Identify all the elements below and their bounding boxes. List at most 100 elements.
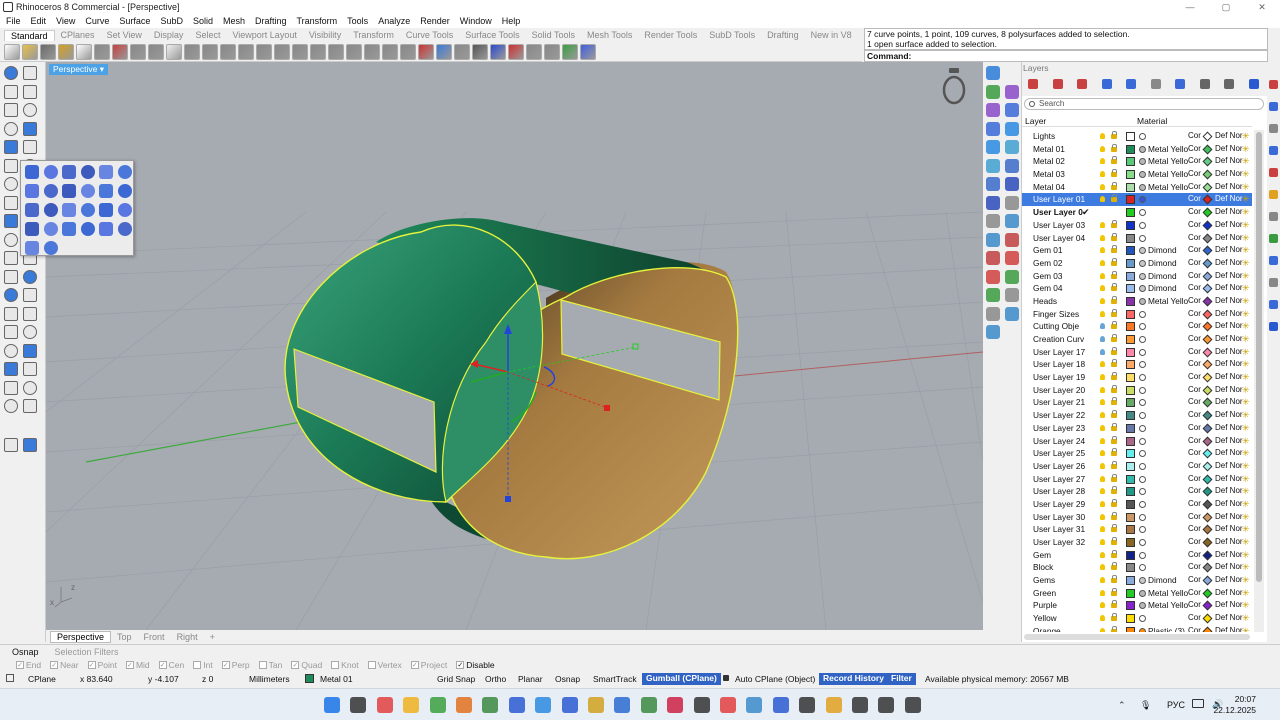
- visibility-bulb-icon[interactable]: [1100, 310, 1105, 317]
- checkbox[interactable]: ✓: [221, 661, 230, 669]
- viewport-title-tab[interactable]: Perspective ▾: [49, 64, 109, 75]
- shaded-icon[interactable]: [454, 43, 470, 60]
- visibility-bulb-icon[interactable]: [1100, 145, 1105, 152]
- menu-curve[interactable]: Curve: [85, 16, 109, 26]
- solid-tool-icon[interactable]: [117, 184, 132, 198]
- visibility-bulb-icon[interactable]: [1100, 247, 1105, 254]
- layer-material[interactable]: Metal Yello: [1148, 587, 1188, 600]
- lock-icon[interactable]: [1111, 372, 1117, 381]
- viewport-tab-add[interactable]: +: [204, 632, 221, 642]
- render-star-icon[interactable]: ✳: [1242, 447, 1250, 460]
- tool-icon[interactable]: [4, 103, 18, 117]
- yandex-icon[interactable]: [693, 697, 710, 713]
- zoom-icon[interactable]: [202, 43, 218, 60]
- layer-color-swatch[interactable]: [1126, 614, 1135, 624]
- layer-linetype[interactable]: Def Nor: [1215, 193, 1243, 206]
- layer-print-color[interactable]: Cor: [1188, 320, 1201, 333]
- layer-linetype[interactable]: Def Nor: [1215, 447, 1243, 460]
- layer-row[interactable]: User Layer 18 Cor Def Nor ✳: [1022, 358, 1252, 371]
- layer-row[interactable]: User Layer 31 Cor Def Nor ✳: [1022, 523, 1252, 536]
- material-ball-icon[interactable]: [1139, 602, 1146, 610]
- linetype-diamond-icon[interactable]: [1202, 512, 1213, 523]
- viewport-tab-perspective[interactable]: Perspective: [50, 631, 112, 643]
- visibility-bulb-icon[interactable]: [1100, 500, 1105, 507]
- new-file-icon[interactable]: [4, 43, 20, 60]
- lock-icon[interactable]: [1111, 410, 1117, 419]
- chrome-icon[interactable]: [376, 697, 393, 713]
- render-star-icon[interactable]: ✳: [1242, 574, 1250, 587]
- layer-linetype[interactable]: Def Nor: [1215, 396, 1243, 409]
- layer-print-color[interactable]: Cor: [1188, 333, 1201, 346]
- lock-icon[interactable]: [1111, 156, 1117, 165]
- layer-search-input[interactable]: Search: [1024, 98, 1264, 110]
- filter-icon[interactable]: [1175, 79, 1185, 89]
- save-icon[interactable]: [40, 43, 56, 60]
- layer-print-color[interactable]: Cor: [1188, 435, 1201, 448]
- zoom-all-icon[interactable]: [274, 43, 290, 60]
- layer-print-color[interactable]: Cor: [1188, 282, 1201, 295]
- menu-file[interactable]: File: [6, 16, 21, 26]
- layer-name[interactable]: Orange: [1033, 625, 1099, 632]
- layer-print-color[interactable]: Cor: [1188, 155, 1201, 168]
- material-ball-icon[interactable]: [1139, 323, 1146, 331]
- lock-icon[interactable]: [1111, 321, 1117, 330]
- render-star-icon[interactable]: ✳: [1242, 498, 1250, 511]
- rendered-icon[interactable]: [472, 43, 488, 60]
- layer-row[interactable]: User Layer 17 Cor Def Nor ✳: [1022, 346, 1252, 359]
- lock-icon[interactable]: [1111, 397, 1117, 406]
- visibility-bulb-icon[interactable]: [1100, 450, 1105, 457]
- checkbox[interactable]: ✓: [410, 661, 419, 669]
- material-ball-icon[interactable]: [1139, 526, 1146, 534]
- panel-tool-icon[interactable]: [986, 177, 1000, 191]
- osnap-toggle[interactable]: Osnap: [555, 674, 580, 684]
- toolbar-tab-subd-tools[interactable]: SubD Tools: [703, 30, 761, 40]
- layer-linetype[interactable]: Def Nor: [1215, 143, 1243, 156]
- viewport-tab-top[interactable]: Top: [111, 632, 138, 642]
- layer-name[interactable]: User Layer 18: [1033, 358, 1099, 371]
- osnap-near[interactable]: ✓ Near: [50, 660, 79, 670]
- solid-tool-icon[interactable]: [80, 222, 95, 236]
- layer-color-swatch[interactable]: [1126, 411, 1135, 421]
- toolbar-tab-mesh-tools[interactable]: Mesh Tools: [581, 30, 638, 40]
- layer-row[interactable]: User Layer 19 Cor Def Nor ✳: [1022, 371, 1252, 384]
- layers-hscroll[interactable]: [1024, 634, 1250, 640]
- lock-icon[interactable]: [1111, 143, 1117, 152]
- render-star-icon[interactable]: ✳: [1242, 155, 1250, 168]
- tool-icon[interactable]: [4, 121, 18, 136]
- record-history-toggle[interactable]: Record History: [819, 673, 888, 685]
- osnap-int[interactable]: Int: [193, 660, 213, 670]
- material-ball-icon[interactable]: [1139, 158, 1146, 166]
- render-star-icon[interactable]: ✳: [1242, 523, 1250, 536]
- layer-color-swatch[interactable]: [1126, 157, 1135, 167]
- toolbar-tab-viewport-layout[interactable]: Viewport Layout: [226, 30, 302, 40]
- show-icon[interactable]: [364, 43, 380, 60]
- telegram-icon[interactable]: [746, 697, 763, 713]
- layer-print-color[interactable]: Cor: [1188, 612, 1201, 625]
- layer-print-color[interactable]: Cor: [1188, 549, 1201, 562]
- layer-linetype[interactable]: Def Nor: [1215, 320, 1243, 333]
- lock-icon[interactable]: [1111, 448, 1117, 457]
- calculator-icon[interactable]: [508, 697, 525, 713]
- layer-name[interactable]: User Layer 29: [1033, 498, 1099, 511]
- layer-print-color[interactable]: Cor: [1188, 625, 1201, 632]
- layer-linetype[interactable]: Def Nor: [1215, 155, 1243, 168]
- layer-linetype[interactable]: Def Nor: [1215, 384, 1243, 397]
- menu-help[interactable]: Help: [502, 16, 521, 26]
- panel-tool-icon[interactable]: [1005, 121, 1019, 136]
- lock-icon[interactable]: [1111, 625, 1117, 632]
- visibility-bulb-icon[interactable]: [1100, 386, 1105, 393]
- solid-tool-icon[interactable]: [43, 184, 58, 198]
- layer-material[interactable]: Metal Yello: [1148, 599, 1188, 612]
- list-icon[interactable]: [1199, 79, 1210, 89]
- layer-color-swatch[interactable]: [1126, 550, 1135, 560]
- file-explorer-icon[interactable]: [403, 697, 420, 713]
- scroll-thumb[interactable]: [1256, 132, 1262, 582]
- panel-tool-icon[interactable]: [986, 251, 1000, 265]
- visibility-bulb-icon[interactable]: [1100, 437, 1105, 444]
- lock-icon[interactable]: [1111, 270, 1117, 279]
- layer-row[interactable]: User Layer 32 Cor Def Nor ✳: [1022, 536, 1252, 549]
- tool-icon[interactable]: [4, 66, 18, 80]
- layer-print-color[interactable]: Cor: [1188, 574, 1201, 587]
- layer-color-swatch[interactable]: [1126, 398, 1135, 408]
- lock-icon[interactable]: [1111, 562, 1117, 571]
